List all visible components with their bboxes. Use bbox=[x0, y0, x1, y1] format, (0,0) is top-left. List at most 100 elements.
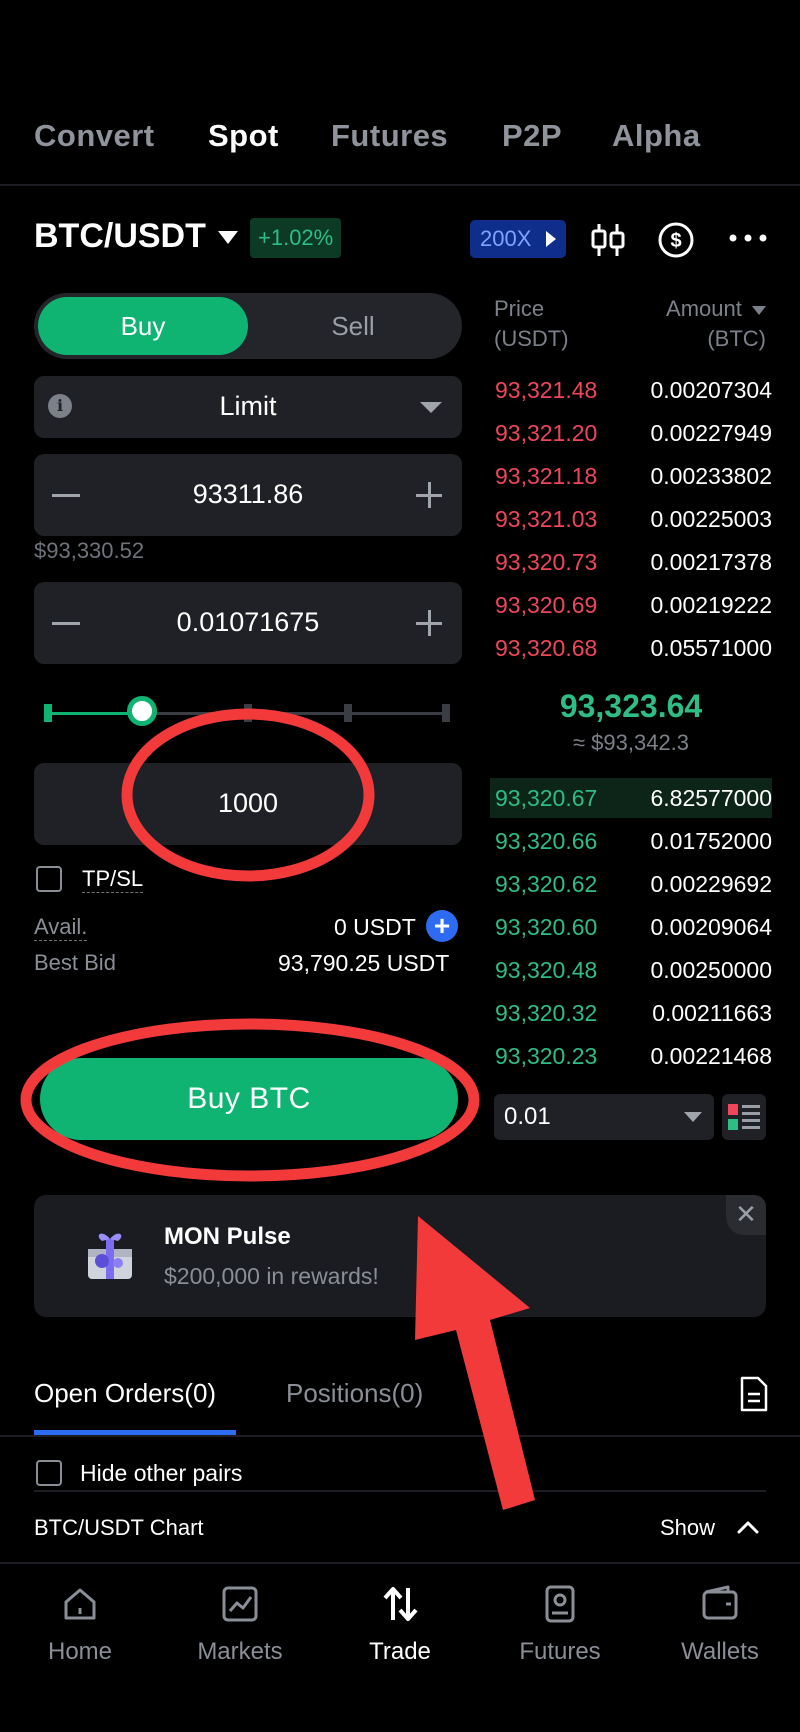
promo-banner[interactable]: MON Pulse $200,000 in rewards! ✕ bbox=[34, 1195, 766, 1317]
chevron-up-icon[interactable] bbox=[736, 1518, 760, 1536]
ask-price: 93,320.69 bbox=[495, 592, 598, 618]
leverage-label: 200X bbox=[480, 226, 532, 251]
ask-row[interactable]: 93,321.03 0.00225003 bbox=[490, 499, 772, 539]
bid-amount: 0.00209064 bbox=[650, 914, 772, 940]
deposit-plus-icon[interactable]: + bbox=[426, 910, 458, 942]
ask-row[interactable]: 93,321.48 0.00207304 bbox=[490, 370, 772, 410]
bid-row[interactable]: 93,320.67 6.82577000 bbox=[490, 778, 772, 818]
tab-p2p[interactable]: P2P bbox=[502, 118, 562, 154]
candlestick-icon[interactable] bbox=[588, 220, 628, 260]
ask-price: 93,321.20 bbox=[495, 420, 598, 446]
ask-amount: 0.00207304 bbox=[650, 377, 772, 403]
top-divider bbox=[0, 184, 800, 186]
ask-row[interactable]: 93,320.73 0.00217378 bbox=[490, 542, 772, 582]
bid-amount: 0.00250000 bbox=[650, 957, 772, 983]
promo-subtitle: $200,000 in rewards! bbox=[164, 1263, 379, 1289]
bid-price: 93,320.62 bbox=[495, 871, 598, 897]
play-icon bbox=[546, 231, 556, 247]
slider-tick-50[interactable] bbox=[244, 704, 252, 722]
bid-row[interactable]: 93,320.62 0.00229692 bbox=[490, 864, 772, 904]
bid-row[interactable]: 93,320.60 0.00209064 bbox=[490, 907, 772, 947]
hide-other-pairs-checkbox[interactable] bbox=[36, 1460, 62, 1486]
ask-price: 93,320.68 bbox=[495, 635, 598, 661]
tab-spot[interactable]: Spot bbox=[208, 118, 279, 154]
decimals-dropdown[interactable]: 0.01 bbox=[494, 1094, 714, 1140]
best-bid-label: Best Bid bbox=[34, 950, 116, 975]
buy-tab[interactable]: Buy bbox=[38, 297, 248, 355]
bottom-nav: Home Markets Trade Futures Wallets bbox=[0, 1562, 800, 1732]
total-input-box[interactable]: 1000 bbox=[34, 763, 462, 845]
sell-tab[interactable]: Sell bbox=[248, 297, 458, 355]
pair-selector[interactable]: BTC/USDT bbox=[34, 217, 206, 256]
wallet-icon bbox=[702, 1585, 738, 1620]
chevron-down-icon[interactable] bbox=[218, 231, 238, 244]
nav-wallets[interactable]: Wallets bbox=[640, 1562, 800, 1732]
ob-amount-header-title: Amount bbox=[666, 296, 742, 321]
tab-positions[interactable]: Positions(0) bbox=[286, 1378, 423, 1409]
ob-amount-header[interactable]: Amount (BTC) bbox=[620, 294, 766, 354]
orderbook-layout-icon bbox=[728, 1104, 760, 1130]
top-tabs: Convert Spot Futures P2P Alpha bbox=[0, 118, 800, 168]
trade-icon bbox=[383, 1587, 418, 1621]
slider-tick-100[interactable] bbox=[442, 704, 450, 722]
ask-row[interactable]: 93,321.20 0.00227949 bbox=[490, 413, 772, 453]
tab-convert[interactable]: Convert bbox=[34, 118, 155, 154]
ob-price-header: Price (USDT) bbox=[494, 294, 569, 354]
buy-btc-button[interactable]: Buy BTC bbox=[40, 1058, 458, 1140]
last-price[interactable]: 93,323.64 bbox=[490, 688, 772, 725]
close-icon[interactable]: ✕ bbox=[726, 1195, 766, 1235]
nav-trade-label: Trade bbox=[369, 1638, 431, 1665]
ask-row[interactable]: 93,320.68 0.05571000 bbox=[490, 628, 772, 668]
price-usd-equivalent: $93,330.52 bbox=[34, 538, 145, 563]
nav-trade[interactable]: Trade bbox=[320, 1562, 480, 1732]
avail-label: Avail. bbox=[34, 914, 88, 941]
bid-price: 93,320.66 bbox=[495, 828, 598, 854]
ask-row[interactable]: 93,320.69 0.00219222 bbox=[490, 585, 772, 625]
nav-futures[interactable]: Futures bbox=[480, 1562, 640, 1732]
leverage-badge[interactable]: 200X bbox=[470, 220, 566, 258]
slider-tick-75[interactable] bbox=[344, 704, 352, 722]
chart-show-toggle[interactable]: Show bbox=[660, 1515, 715, 1541]
slider-tick-0[interactable] bbox=[44, 704, 52, 722]
svg-text:$: $ bbox=[670, 230, 681, 252]
home-icon bbox=[64, 1588, 96, 1620]
ob-price-header-title: Price bbox=[494, 296, 545, 321]
nav-futures-label: Futures bbox=[519, 1638, 601, 1665]
orderbook-layout-button[interactable] bbox=[722, 1094, 766, 1140]
bid-price: 93,320.67 bbox=[495, 785, 598, 811]
tpsl-checkbox[interactable] bbox=[36, 866, 62, 892]
bid-row[interactable]: 93,320.32 0.00211663 bbox=[490, 993, 772, 1033]
tpsl-label[interactable]: TP/SL bbox=[82, 866, 144, 893]
ask-amount: 0.00217378 bbox=[650, 549, 772, 575]
amount-slider-thumb[interactable] bbox=[127, 696, 157, 726]
tab-futures[interactable]: Futures bbox=[331, 118, 448, 154]
more-icon[interactable] bbox=[726, 226, 770, 250]
amount-input[interactable]: 0.01071675 bbox=[34, 607, 462, 638]
chevron-down-icon bbox=[420, 402, 442, 413]
last-price-usd: ≈ $93,342.3 bbox=[572, 730, 690, 755]
best-bid-value: 93,790.25 USDT bbox=[278, 950, 450, 976]
tab-open-orders[interactable]: Open Orders(0) bbox=[34, 1378, 216, 1409]
price-stepper[interactable]: 93311.86 bbox=[34, 454, 462, 536]
futures-icon bbox=[545, 1585, 575, 1623]
total-input[interactable]: 1000 bbox=[34, 788, 462, 819]
bid-row[interactable]: 93,320.23 0.00221468 bbox=[490, 1036, 772, 1076]
price-input[interactable]: 93311.86 bbox=[34, 479, 462, 510]
order-type-dropdown[interactable]: i Limit bbox=[34, 376, 462, 438]
bid-row[interactable]: 93,320.66 0.01752000 bbox=[490, 821, 772, 861]
ask-row[interactable]: 93,321.18 0.00233802 bbox=[490, 456, 772, 496]
nav-home[interactable]: Home bbox=[0, 1562, 160, 1732]
bid-amount: 0.00211663 bbox=[652, 1000, 772, 1026]
plus-icon-vertical bbox=[428, 610, 431, 636]
tab-alpha[interactable]: Alpha bbox=[612, 118, 701, 154]
order-history-icon[interactable] bbox=[738, 1374, 770, 1414]
ob-amount-header-unit: (BTC) bbox=[707, 326, 766, 351]
nav-markets[interactable]: Markets bbox=[160, 1562, 320, 1732]
amount-stepper[interactable]: 0.01071675 bbox=[34, 582, 462, 664]
change-badge: +1.02% bbox=[250, 218, 342, 258]
bid-row[interactable]: 93,320.48 0.00250000 bbox=[490, 950, 772, 990]
orders-divider bbox=[0, 1435, 800, 1437]
chart-row-title: BTC/USDT Chart bbox=[34, 1515, 204, 1540]
hide-other-pairs-label[interactable]: Hide other pairs bbox=[80, 1460, 242, 1487]
dollar-circle-icon[interactable]: $ bbox=[656, 220, 696, 260]
